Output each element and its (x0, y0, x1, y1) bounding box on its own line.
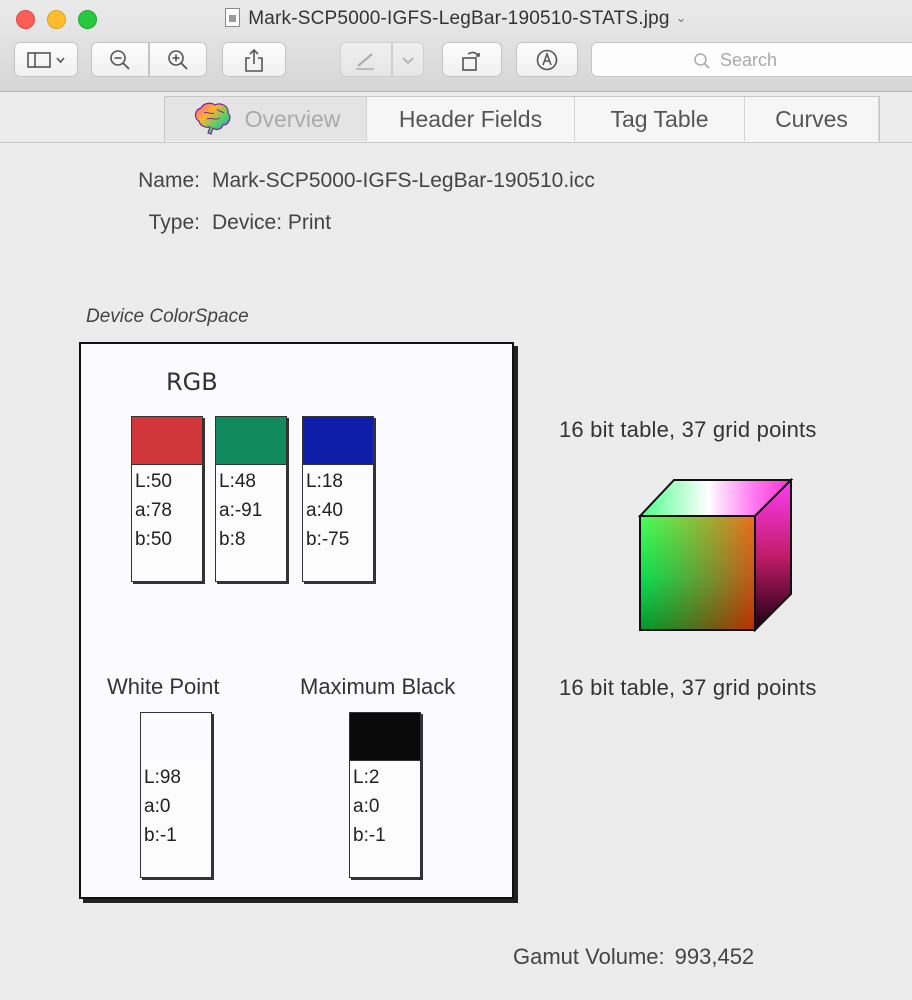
pen-icon (356, 52, 374, 70)
black-a-value: a:0 (353, 796, 380, 817)
white-point-swatch: L:98 a:0 b:-1 (140, 712, 212, 878)
zoom-in-icon (168, 49, 188, 70)
tab-overview-label: Overview (244, 105, 341, 132)
markup-button[interactable] (340, 42, 392, 77)
b2a-table-caption: 16 bit table, 37 grid points (559, 675, 817, 700)
tab-bar: Overview Header Fields Tag Table Curves (164, 96, 880, 142)
blue-b-value: b:-75 (306, 529, 350, 550)
share-button[interactable] (222, 42, 286, 77)
zoom-in-button[interactable] (149, 42, 207, 77)
white-b-value: b:-1 (144, 825, 177, 846)
red-b-value: b:50 (135, 529, 172, 550)
sidebar-toggle-button[interactable] (14, 42, 78, 77)
green-a-value: a:-91 (219, 500, 263, 521)
search-input[interactable] (720, 48, 900, 72)
green-b-value: b:8 (219, 529, 246, 550)
maximum-black-label: Maximum Black (300, 674, 456, 699)
rotate-button[interactable] (442, 42, 502, 77)
tab-tag-table[interactable]: Tag Table (575, 97, 745, 141)
tab-header-fields[interactable]: Header Fields (367, 97, 575, 141)
white-L-value: L:98 (144, 767, 181, 788)
chevron-down-icon (402, 56, 414, 64)
green-primary-swatch: L:48 a:-91 b:8 (215, 416, 287, 582)
tab-header-fields-label: Header Fields (398, 105, 543, 132)
gamut-volume: Gamut Volume: 993,452 (513, 944, 754, 970)
annotate-button[interactable] (516, 42, 578, 77)
sidebar-icon (27, 51, 65, 68)
red-L-value: L:50 (135, 471, 172, 492)
red-a-value: a:78 (135, 500, 172, 521)
red-primary-swatch: L:50 a:78 b:50 (131, 416, 203, 582)
markup-menu-button[interactable] (392, 42, 424, 77)
tab-curves[interactable]: Curves (745, 97, 879, 141)
tab-divider (0, 142, 912, 143)
search-field[interactable] (591, 42, 912, 77)
gamut-volume-label: Gamut Volume: (513, 944, 665, 969)
device-colorspace-caption: Device ColorSpace (86, 306, 249, 327)
search-icon (694, 53, 710, 69)
blue-primary-swatch: L:18 a:40 b:-75 (302, 416, 374, 582)
white-a-value: a:0 (144, 796, 171, 817)
document-icon (225, 8, 241, 27)
gamut-volume-value: 993,452 (674, 944, 755, 969)
window-title[interactable]: Mark-SCP5000-IGFS-LegBar-190510-STATS.jp… (0, 8, 912, 30)
colorspace-label: RGB (166, 368, 218, 396)
blue-a-value: a:40 (306, 500, 343, 521)
red-chip (132, 417, 202, 465)
black-chip (350, 713, 420, 761)
markup-circle-icon (536, 49, 558, 70)
white-point-label: White Point (107, 674, 220, 699)
type-label: Type: (148, 211, 200, 234)
colorsync-brain-icon (194, 102, 230, 135)
blue-chip (303, 417, 373, 465)
profile-type: Device: Print (212, 211, 332, 234)
name-label: Name: (138, 169, 200, 192)
rotate-icon (462, 51, 480, 71)
tab-overview[interactable]: Overview (165, 97, 367, 141)
blue-L-value: L:18 (306, 471, 343, 492)
title-chevron-icon: ⌄ (675, 10, 687, 25)
zoom-out-icon (110, 49, 130, 70)
window-titlebar: Mark-SCP5000-IGFS-LegBar-190510-STATS.jp… (0, 0, 912, 92)
share-icon (245, 48, 263, 72)
green-L-value: L:48 (219, 471, 256, 492)
green-chip (216, 417, 286, 465)
color-cube-icon (638, 478, 794, 632)
maximum-black-swatch: L:2 a:0 b:-1 (349, 712, 421, 878)
zoom-out-button[interactable] (91, 42, 149, 77)
window-title-text: Mark-SCP5000-IGFS-LegBar-190510-STATS.jp… (248, 8, 670, 29)
black-L-value: L:2 (353, 767, 380, 788)
tab-tag-table-label: Tag Table (610, 105, 709, 132)
tab-curves-label: Curves (775, 105, 848, 132)
black-b-value: b:-1 (353, 825, 386, 846)
profile-name: Mark-SCP5000-IGFS-LegBar-190510.icc (212, 169, 595, 192)
a2b-table-caption: 16 bit table, 37 grid points (559, 417, 817, 442)
white-chip (141, 713, 211, 761)
